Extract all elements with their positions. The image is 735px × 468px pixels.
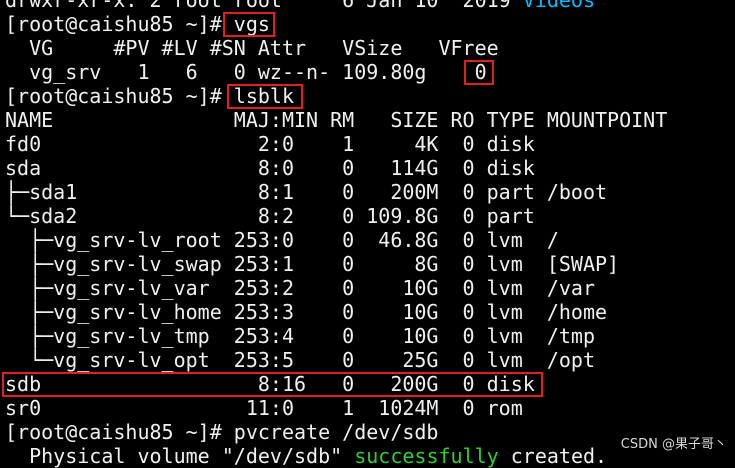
output-text: ├─vg_srv-lv_tmp 253:4 0 10G 0 lvm /tmp bbox=[5, 324, 596, 348]
terminal-line-sdb: sdb 8:16 0 200G 0 disk bbox=[2, 372, 735, 397]
output-text: sr0 11:0 1 1024M 0 rom bbox=[5, 396, 523, 420]
terminal-line-lv-home: ├─vg_srv-lv_home 253:3 0 10G 0 lvm /home bbox=[5, 300, 735, 324]
output-text: NAME MAJ:MIN RM SIZE RO TYPE MOUNTPOINT bbox=[5, 108, 668, 132]
command-text: [root@caishu85 ~]# vgs bbox=[5, 12, 270, 36]
terminal-line-lv-root: ├─vg_srv-lv_root 253:0 0 46.8G 0 lvm / bbox=[5, 228, 735, 252]
terminal-line-vgs-header: VG #PV #LV #SN Attr VSize VFree bbox=[5, 36, 735, 60]
output-text: created. bbox=[498, 444, 608, 468]
command-text: [root@caishu85 ~]# lsblk bbox=[5, 84, 294, 108]
output-text: sdb 8:16 0 200G 0 disk bbox=[5, 372, 535, 396]
output-text: ├─vg_srv-lv_swap 253:1 0 8G 0 lvm [SWAP] bbox=[5, 252, 620, 276]
output-text: VG #PV #LV #SN Attr VSize VFree bbox=[5, 36, 499, 60]
terminal-line-fd0: fd0 2:0 1 4K 0 disk bbox=[5, 132, 735, 156]
output-text: Physical volume "/dev/sdb" bbox=[5, 444, 355, 468]
command-text: [root@caishu85 ~]# pvcreate /dev/sdb bbox=[5, 420, 439, 444]
terminal-line-sr0: sr0 11:0 1 1024M 0 rom bbox=[5, 396, 735, 420]
terminal-line-sda1: ├─sda1 8:1 0 200M 0 part /boot bbox=[5, 180, 735, 204]
output-text: └─vg_srv-lv_opt 253:5 0 25G 0 lvm /opt bbox=[5, 348, 596, 372]
output-text: ├─vg_srv-lv_var 253:2 0 10G 0 lvm /var bbox=[5, 276, 596, 300]
output-text: ├─vg_srv-lv_home 253:3 0 10G 0 lvm /home bbox=[5, 300, 608, 324]
terminal-line-ls: drwxr-xr-x. 2 root root 6 Jan 10 2019 Vi… bbox=[5, 0, 735, 12]
output-text: └─sda2 8:2 0 109.8G 0 part bbox=[5, 204, 535, 228]
terminal-line-vgs-command: [root@caishu85 ~]# vgs bbox=[5, 12, 735, 37]
directory-name: Videos bbox=[522, 0, 596, 12]
output-text: vg_srv 1 6 0 wz--n- 109.80g 0 bbox=[5, 60, 487, 84]
terminal-line-lsblk-header: NAME MAJ:MIN RM SIZE RO TYPE MOUNTPOINT bbox=[5, 108, 735, 132]
output-text: ├─vg_srv-lv_root 253:0 0 46.8G 0 lvm / bbox=[5, 228, 559, 252]
output-text: sda 8:0 0 114G 0 disk bbox=[5, 156, 535, 180]
terminal-line-lv-tmp: ├─vg_srv-lv_tmp 253:4 0 10G 0 lvm /tmp bbox=[5, 324, 735, 348]
ls-entry-text: drwxr-xr-x. 2 root root 6 Jan 10 2019 bbox=[5, 0, 523, 12]
terminal-line-lv-var: ├─vg_srv-lv_var 253:2 0 10G 0 lvm /var bbox=[5, 276, 735, 300]
terminal-line-lsblk-command: [root@caishu85 ~]# lsblk bbox=[5, 84, 735, 109]
output-text: ├─sda1 8:1 0 200M 0 part /boot bbox=[5, 180, 608, 204]
terminal-line-sda: sda 8:0 0 114G 0 disk bbox=[5, 156, 735, 180]
terminal-line-lv-swap: ├─vg_srv-lv_swap 253:1 0 8G 0 lvm [SWAP] bbox=[5, 252, 735, 276]
success-text: successfully bbox=[354, 444, 499, 468]
terminal-line-vgs-row: vg_srv 1 6 0 wz--n- 109.80g 0 bbox=[5, 60, 735, 85]
terminal-line-sda2: └─sda2 8:2 0 109.8G 0 part bbox=[5, 204, 735, 228]
watermark-text: CSDN @果子哥丶 bbox=[620, 437, 727, 452]
terminal-line-lv-opt: └─vg_srv-lv_opt 253:5 0 25G 0 lvm /opt bbox=[5, 348, 735, 372]
terminal-output: drwxr-xr-x. 2 root root 6 Jan 10 2019 Vi… bbox=[2, 0, 735, 468]
output-text: fd0 2:0 1 4K 0 disk bbox=[5, 132, 535, 156]
